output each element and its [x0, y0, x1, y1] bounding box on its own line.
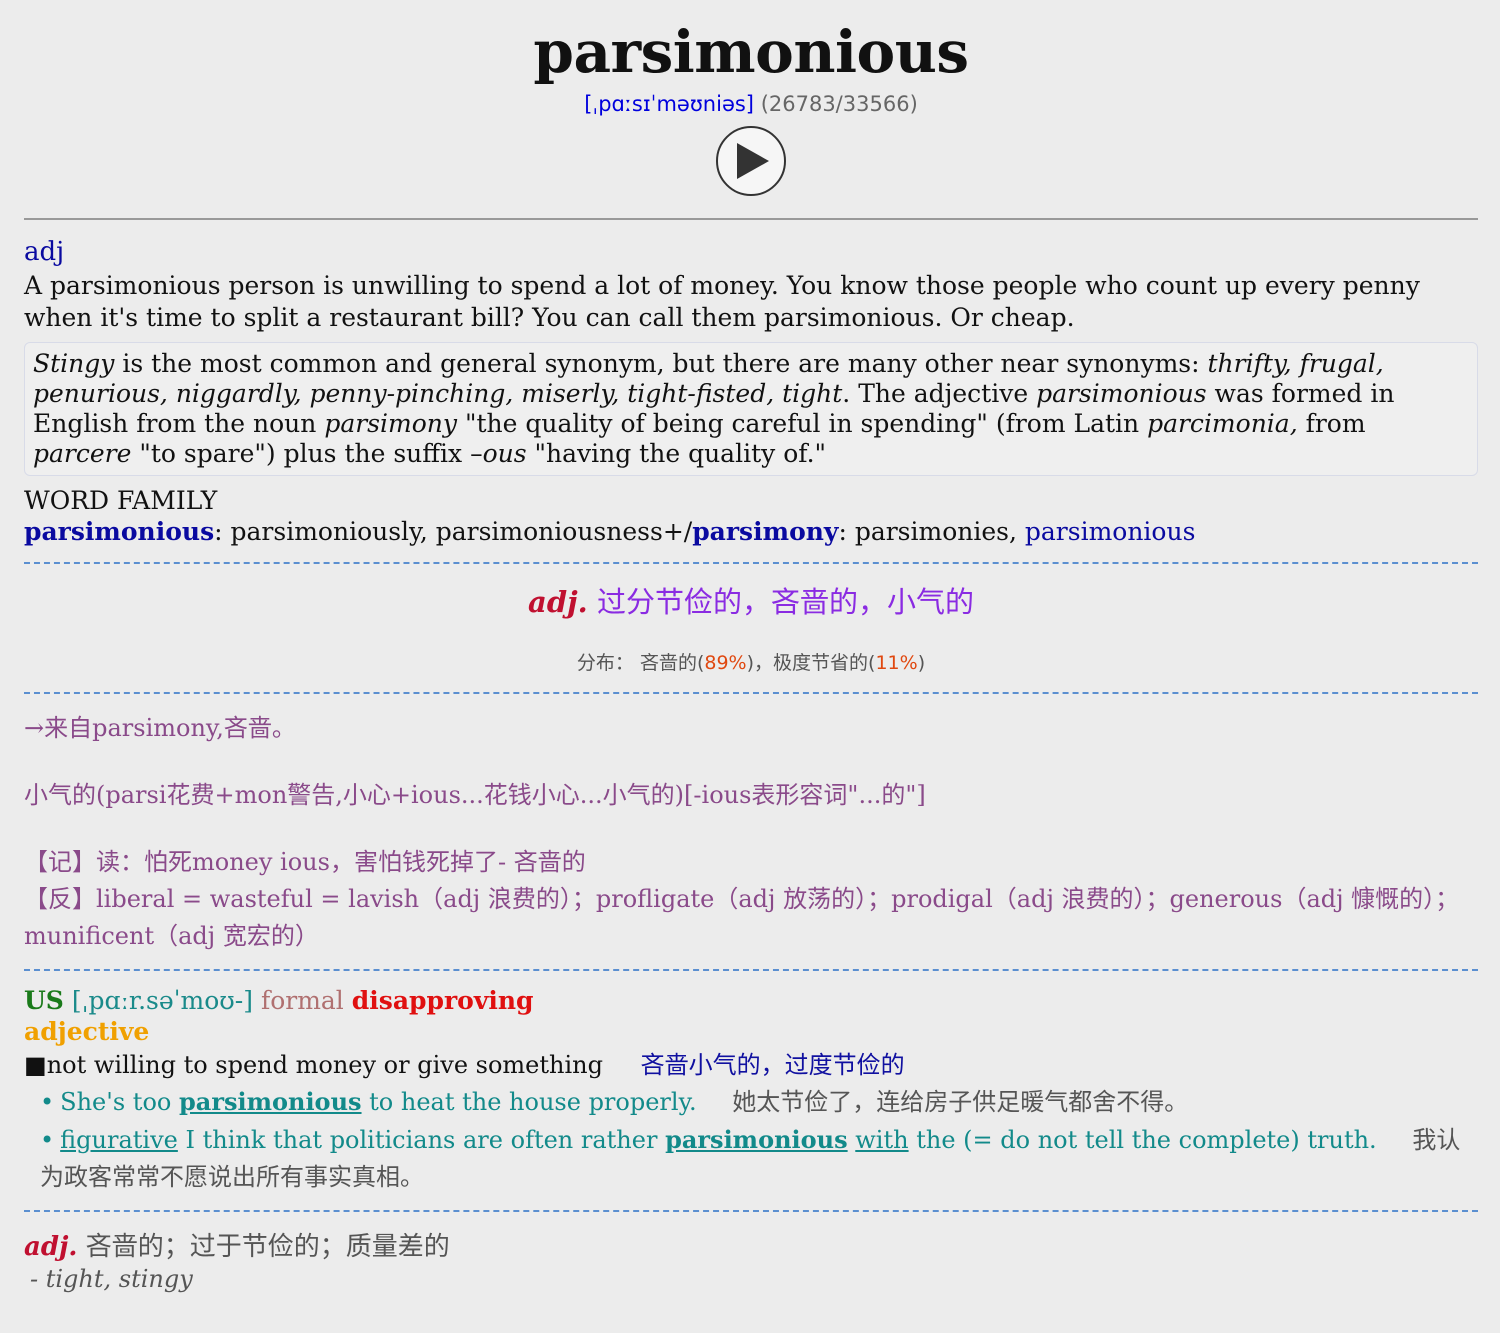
- distribution-label: 分布：: [576, 652, 634, 674]
- short-entry-section: adj. 吝啬的；过于节俭的；质量差的 - tight, stingy: [24, 1230, 1478, 1294]
- sense-line: ■not willing to spend money or give some…: [24, 1047, 1478, 1083]
- example-text: to heat the house properly.: [361, 1088, 697, 1116]
- distribution-item: 极度节省的(: [773, 652, 876, 674]
- distribution-item: 吝啬的(: [639, 652, 705, 674]
- note-word: ous: [482, 439, 527, 468]
- word-family-head[interactable]: parsimony: [692, 517, 838, 546]
- example-text: the (= do not tell the complete) truth.: [908, 1126, 1377, 1154]
- example-keyword[interactable]: with: [855, 1126, 908, 1154]
- example-text: I think that politicians are often rathe…: [177, 1126, 666, 1154]
- us-label: US: [24, 986, 64, 1015]
- note-word: parsimony: [324, 409, 457, 438]
- chinese-meaning: 吝啬的；过于节俭的；质量差的: [85, 1232, 450, 1262]
- note-text: "having the quality of.": [526, 439, 827, 468]
- play-audio-button[interactable]: [716, 126, 786, 196]
- phonetic: [ˌpɑːsɪˈməʊniəs]: [584, 92, 754, 116]
- word-family-forms: : parsimonies,: [838, 517, 1025, 546]
- us-phonetic: [ˌpɑːr.səˈmoʊ-]: [71, 986, 253, 1015]
- word-family-link[interactable]: parsimonious: [1025, 517, 1196, 546]
- meaning-distribution: 分布： 吝啬的(89%)，极度节省的(11%): [24, 650, 1478, 676]
- note-text: from: [1297, 409, 1366, 438]
- divider: [24, 562, 1478, 564]
- etymology-section: →来自parsimony,吝啬。 小气的(parsi花费+mon警告,小心+io…: [24, 710, 1478, 955]
- register-label: formal: [260, 986, 344, 1015]
- note-text: "to spare") plus the suffix –: [131, 439, 483, 468]
- example-keyword[interactable]: parsimonious: [665, 1125, 848, 1154]
- bullet-icon: •: [40, 1126, 55, 1154]
- word-family-line: parsimonious: parsimoniously, parsimonio…: [24, 516, 1478, 548]
- frequency-rank: (26783/33566): [760, 92, 918, 116]
- divider: [24, 969, 1478, 971]
- english-definition-section: adj A parsimonious person is unwilling t…: [24, 236, 1478, 548]
- example-text: She's too: [60, 1088, 179, 1116]
- sense-definition: not willing to spend money or give somet…: [46, 1051, 603, 1079]
- note-synonym: Stingy: [33, 349, 115, 378]
- headword: parsimonious: [533, 18, 969, 86]
- word-family-head[interactable]: parsimonious: [24, 517, 214, 546]
- pronunciation-labels: US [ˌpɑːr.səˈmoʊ-] formal disapproving: [24, 985, 1478, 1017]
- chinese-definition: adj. 过分节俭的，吝啬的，小气的: [24, 584, 1478, 620]
- note-word: parsimonious: [1036, 379, 1207, 408]
- part-of-speech: adj: [24, 237, 65, 267]
- word-family-title: WORD FAMILY: [24, 486, 218, 515]
- synonyms: - tight, stingy: [30, 1265, 193, 1293]
- attitude-label: disapproving: [351, 986, 534, 1015]
- divider: [24, 692, 1478, 694]
- chinese-meaning: 过分节俭的，吝啬的，小气的: [596, 585, 974, 619]
- example-label[interactable]: figurative: [60, 1126, 178, 1154]
- distribution-item: )，: [746, 652, 774, 674]
- etymology-line: 小气的(parsi花费+mon警告,小心+ious...花钱小心...小气的)[…: [24, 781, 926, 809]
- example-keyword[interactable]: parsimonious: [179, 1087, 362, 1116]
- distribution-percent: 11%: [875, 652, 918, 674]
- divider: [24, 1210, 1478, 1212]
- note-word: parcimonia,: [1147, 409, 1298, 438]
- bullet-icon: •: [40, 1088, 55, 1116]
- example-sentence: • figurative I think that politicians are…: [24, 1121, 1478, 1196]
- short-definition: adj. 吝啬的；过于节俭的；质量差的: [24, 1230, 1478, 1264]
- part-of-speech: adj.: [24, 1232, 78, 1262]
- divider: [24, 218, 1478, 220]
- note-text: is the most common and general synonym, …: [114, 349, 1208, 378]
- dictionary-entry-section: US [ˌpɑːr.səˈmoʊ-] formal disapproving a…: [24, 985, 1478, 1196]
- distribution-percent: 89%: [704, 652, 747, 674]
- definition-text: A parsimonious person is unwilling to sp…: [24, 271, 1420, 332]
- part-of-speech: adjective: [24, 1017, 150, 1046]
- pronunciation-line: [ˌpɑːsɪˈməʊniəs] (26783/33566): [24, 92, 1478, 116]
- part-of-speech: adj.: [528, 585, 588, 619]
- note-text: . The adjective: [842, 379, 1037, 408]
- note-text: "the quality of being careful in spendin…: [457, 409, 1148, 438]
- mnemonic-line: 【记】读：怕死money ious，害怕钱死掉了- 吝啬的: [24, 848, 586, 876]
- header: parsimonious [ˌpɑːsɪˈməʊniəs] (26783/335…: [24, 0, 1478, 196]
- example-translation: 她太节俭了，连给房子供足暖气都舍不得。: [732, 1088, 1189, 1116]
- sense-translation: 吝啬小气的，过度节俭的: [640, 1051, 905, 1079]
- antonyms-line: 【反】liberal = wasteful = lavish（adj 浪费的）；…: [24, 885, 1460, 950]
- word-family-forms: : parsimoniously, parsimoniousness+/: [214, 517, 693, 546]
- note-word: parcere: [33, 439, 132, 468]
- play-icon: [737, 143, 769, 179]
- chinese-meaning-section: adj. 过分节俭的，吝啬的，小气的 分布： 吝啬的(89%)，极度节省的(11…: [24, 584, 1478, 676]
- distribution-item: ): [917, 652, 926, 674]
- etymology-line: →来自parsimony,吝啬。: [24, 714, 296, 742]
- example-sentence: • She's too parsimonious to heat the hous…: [24, 1083, 1478, 1121]
- usage-note: Stingy is the most common and general sy…: [24, 342, 1478, 476]
- sense-bullet: ■: [24, 1051, 47, 1079]
